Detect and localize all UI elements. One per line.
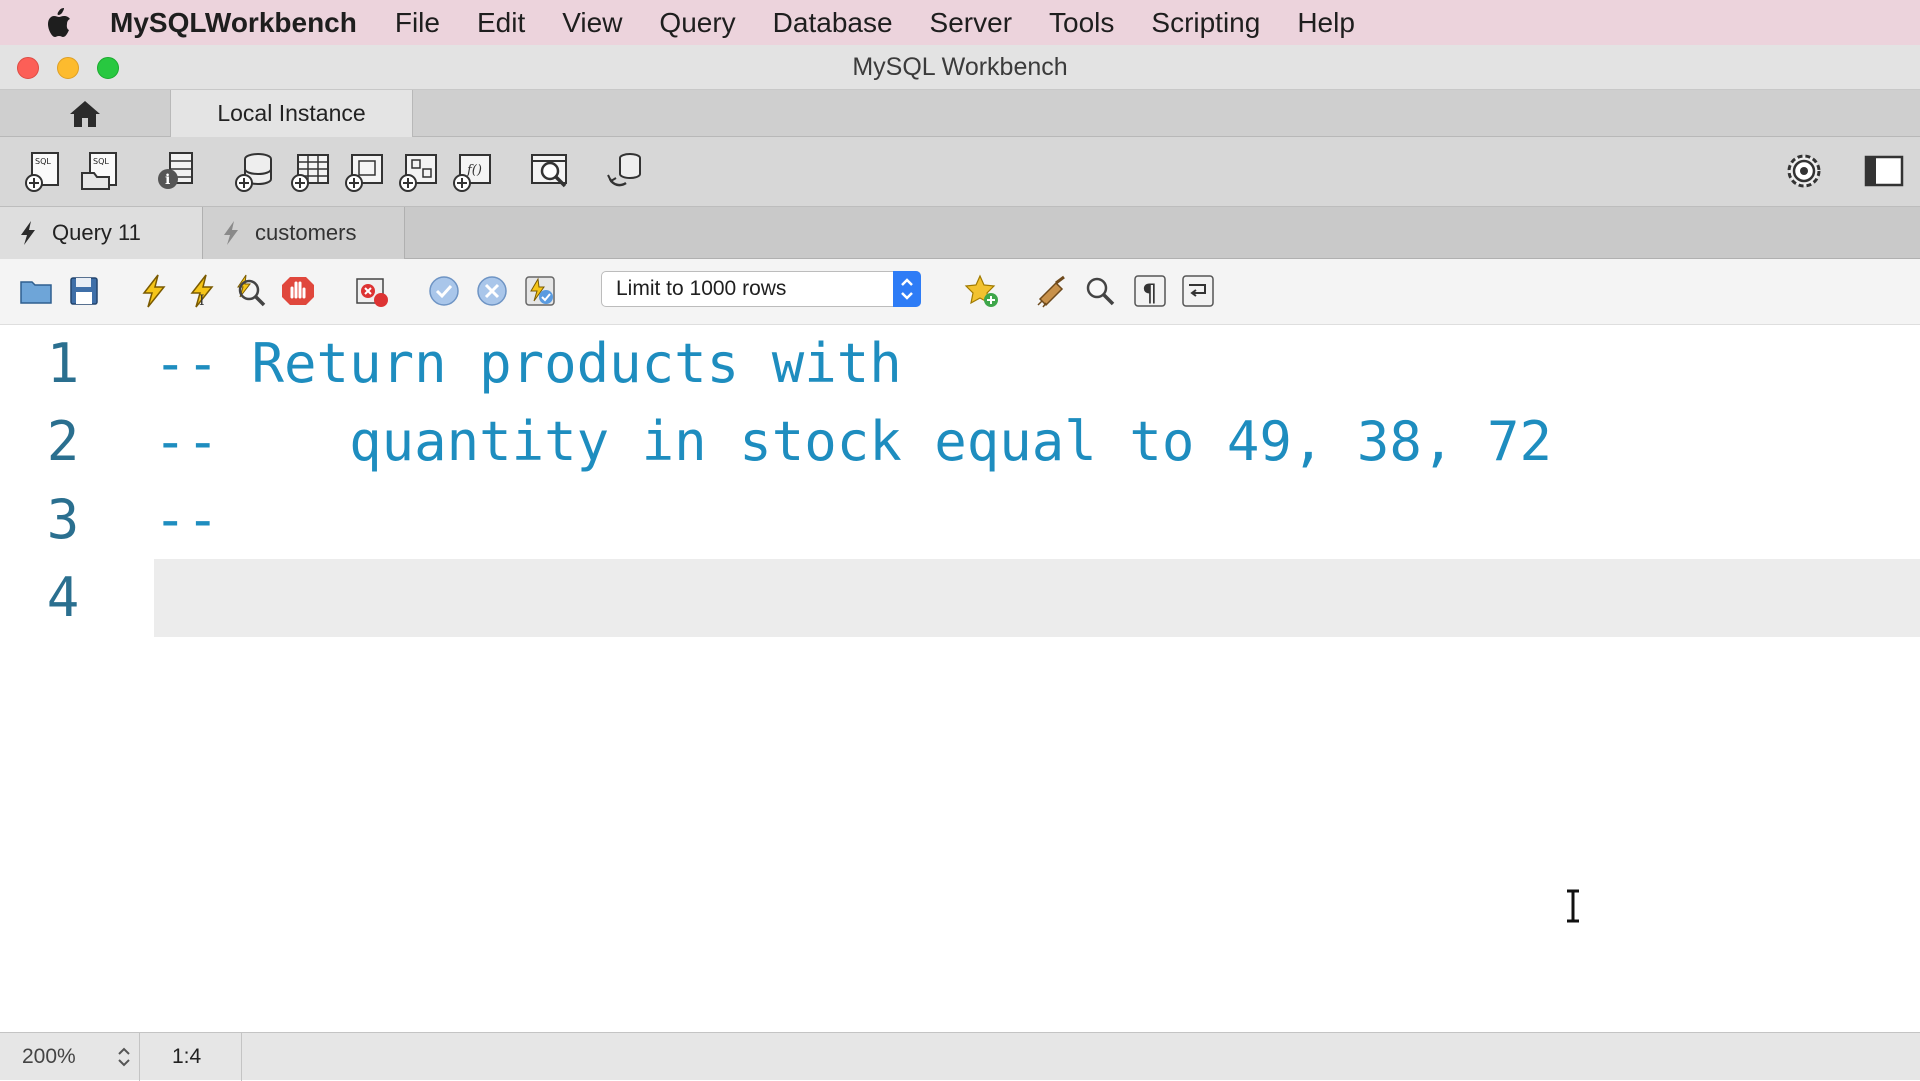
minimize-window-button[interactable] <box>57 57 79 79</box>
code-text: -- quantity in stock equal to 49, 38, 72 <box>154 410 1552 473</box>
menu-tools[interactable]: Tools <box>1049 7 1114 39</box>
zoom-window-button[interactable] <box>97 57 119 79</box>
commit-check-icon[interactable] <box>426 273 462 309</box>
line-number: 3 <box>46 488 80 551</box>
create-function-icon[interactable]: f() <box>450 149 494 193</box>
svg-text:SQL: SQL <box>35 157 51 166</box>
limit-rows-value: Limit to 1000 rows <box>616 277 787 300</box>
schema-inspector-icon[interactable]: i <box>154 149 198 193</box>
code-line-2: 2 -- quantity in stock equal to 49, 38, … <box>0 403 1920 481</box>
invisible-characters-icon[interactable]: ¶ <box>1132 273 1168 309</box>
tab-customers[interactable]: customers <box>203 207 405 259</box>
create-procedure-icon[interactable] <box>396 149 440 193</box>
word-wrap-icon[interactable] <box>1180 273 1216 309</box>
reconnect-dbms-icon[interactable] <box>604 149 648 193</box>
line-number: 1 <box>46 332 80 395</box>
preferences-gear-icon[interactable] <box>1782 149 1826 193</box>
menu-database[interactable]: Database <box>773 7 893 39</box>
search-table-data-icon[interactable] <box>528 149 572 193</box>
line-number: 4 <box>46 566 80 629</box>
close-window-button[interactable] <box>17 57 39 79</box>
select-stepper[interactable] <box>893 271 921 307</box>
home-tab[interactable] <box>0 90 170 137</box>
apple-icon[interactable] <box>40 6 80 40</box>
svg-text:¶: ¶ <box>1142 279 1157 307</box>
code-text: -- Return products with <box>154 332 902 395</box>
sql-editor[interactable]: 1 -- Return products with 2 -- quantity … <box>0 325 1920 1032</box>
create-view-icon[interactable] <box>342 149 386 193</box>
execute-statement-icon[interactable]: I <box>184 273 220 309</box>
window-title: MySQL Workbench <box>852 53 1068 81</box>
code-line-1: 1 -- Return products with <box>0 325 1920 403</box>
tab-label: customers <box>255 220 357 245</box>
rollback-x-icon[interactable] <box>474 273 510 309</box>
explain-magnifier-icon[interactable] <box>232 273 268 309</box>
menu-scripting[interactable]: Scripting <box>1151 7 1260 39</box>
menu-server[interactable]: Server <box>930 7 1012 39</box>
line-number: 2 <box>46 410 80 473</box>
status-bar: 200% 1:4 <box>0 1032 1920 1081</box>
open-file-folder-icon[interactable] <box>18 273 54 309</box>
beautify-broom-icon[interactable] <box>1034 273 1070 309</box>
add-snippet-star-icon[interactable] <box>964 273 1000 309</box>
cursor-position: 1:4 <box>140 1033 242 1081</box>
zoom-value: 200% <box>22 1045 76 1068</box>
query-tab-strip: Query 11 customers <box>0 207 1920 259</box>
stop-hand-icon[interactable] <box>280 273 316 309</box>
svg-text:f(): f() <box>466 163 482 178</box>
chevron-up-down-icon <box>901 278 913 300</box>
menu-bar: MySQLWorkbench File Edit View Query Data… <box>0 0 1920 45</box>
connection-tab-strip: Local Instance <box>0 90 1920 137</box>
create-table-icon[interactable] <box>288 149 332 193</box>
app-menu[interactable]: MySQLWorkbench <box>110 7 357 39</box>
code-line-4: 4 <box>0 559 1920 637</box>
code-line-3: 3 -- <box>0 481 1920 559</box>
zoom-stepper[interactable]: 200% <box>0 1033 140 1081</box>
menu-edit[interactable]: Edit <box>477 7 525 39</box>
toggle-sidebar-icon[interactable] <box>1862 149 1906 193</box>
editor-toolbar: I Limit to 1000 rows ¶ <box>0 259 1920 325</box>
tab-label: Query 11 <box>52 220 141 245</box>
svg-text:i: i <box>165 172 170 188</box>
execute-lightning-icon[interactable] <box>136 273 172 309</box>
tab-query-11[interactable]: Query 11 <box>0 207 203 259</box>
lightning-icon <box>21 221 35 245</box>
new-sql-tab-icon[interactable]: SQL <box>22 149 66 193</box>
menu-view[interactable]: View <box>562 7 622 39</box>
home-icon <box>70 100 100 127</box>
svg-text:I: I <box>199 293 205 309</box>
limit-rows-select[interactable]: Limit to 1000 rows <box>601 271 921 307</box>
lightning-icon <box>224 221 238 245</box>
autocommit-toggle-icon[interactable] <box>522 273 558 309</box>
window-titlebar: MySQL Workbench <box>0 45 1920 90</box>
create-schema-icon[interactable] <box>232 149 276 193</box>
stop-on-error-icon[interactable] <box>354 273 390 309</box>
menu-help[interactable]: Help <box>1297 7 1355 39</box>
menu-file[interactable]: File <box>395 7 440 39</box>
tab-local-instance[interactable]: Local Instance <box>170 90 413 137</box>
main-toolbar: SQL SQL i f() <box>0 137 1920 207</box>
save-icon[interactable] <box>66 273 102 309</box>
code-text: -- <box>154 488 220 551</box>
menu-query[interactable]: Query <box>659 7 735 39</box>
find-magnifier-icon[interactable] <box>1082 273 1118 309</box>
text-cursor-icon <box>1567 889 1579 923</box>
open-sql-script-icon[interactable]: SQL <box>78 149 122 193</box>
chevron-up-down-icon[interactable] <box>115 1043 133 1071</box>
svg-text:SQL: SQL <box>93 157 109 166</box>
